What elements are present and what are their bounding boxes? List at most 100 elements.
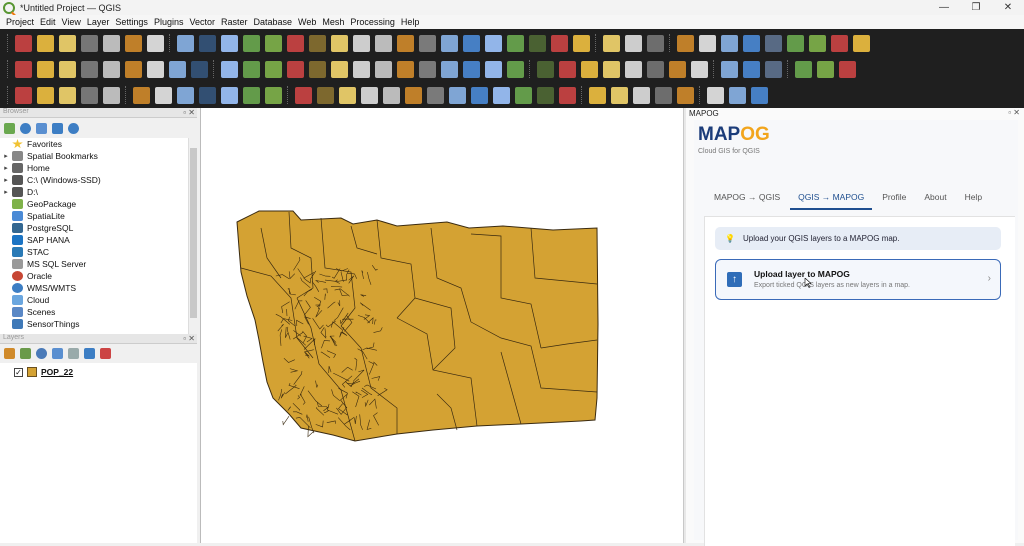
selection-tool-icon[interactable]: [559, 87, 576, 104]
selection-tool-icon[interactable]: [751, 87, 768, 104]
map-navigation-tool-icon[interactable]: [721, 35, 738, 52]
map-navigation-tool-icon[interactable]: [397, 35, 414, 52]
selection-tool-icon[interactable]: [339, 87, 356, 104]
digitizing-tool-icon[interactable]: [507, 61, 524, 78]
upload-layer-button[interactable]: ↑ Upload layer to MAPOG Export ticked QG…: [715, 259, 1001, 300]
map-navigation-tool-icon[interactable]: [243, 35, 260, 52]
expand-arrow-icon[interactable]: ▸: [0, 152, 12, 160]
browser-item[interactable]: SensorThings: [0, 318, 197, 330]
digitizing-tool-icon[interactable]: [463, 61, 480, 78]
map-navigation-tool-icon[interactable]: [353, 35, 370, 52]
browser-item[interactable]: SpatiaLite: [0, 210, 197, 222]
layer-styling-icon[interactable]: [4, 348, 15, 359]
toolbar-separator[interactable]: [213, 60, 215, 78]
selection-tool-icon[interactable]: [383, 87, 400, 104]
digitizing-tool-icon[interactable]: [743, 61, 760, 78]
map-navigation-tool-icon[interactable]: [787, 35, 804, 52]
map-navigation-tool-icon[interactable]: [853, 35, 870, 52]
maximize-button[interactable]: ❐: [960, 0, 992, 15]
menu-web[interactable]: Web: [298, 17, 316, 27]
toolbar-separator[interactable]: [669, 34, 671, 52]
selection-tool-icon[interactable]: [471, 87, 488, 104]
digitizing-tool-icon[interactable]: [37, 61, 54, 78]
map-canvas[interactable]: [200, 108, 683, 543]
menu-settings[interactable]: Settings: [115, 17, 148, 27]
browser-item[interactable]: ▸C:\ (Windows-SSD): [0, 174, 197, 186]
map-navigation-tool-icon[interactable]: [625, 35, 642, 52]
map-navigation-tool-icon[interactable]: [103, 35, 120, 52]
selection-tool-icon[interactable]: [427, 87, 444, 104]
toolbar-separator[interactable]: [699, 86, 701, 104]
tab-profile[interactable]: Profile: [874, 188, 914, 210]
map-navigation-tool-icon[interactable]: [199, 35, 216, 52]
toolbar-separator[interactable]: [7, 60, 9, 78]
menu-vector[interactable]: Vector: [189, 17, 215, 27]
add-selected-layers-icon[interactable]: [4, 123, 15, 134]
digitizing-tool-icon[interactable]: [441, 61, 458, 78]
menu-database[interactable]: Database: [254, 17, 293, 27]
selection-tool-icon[interactable]: [493, 87, 510, 104]
map-navigation-tool-icon[interactable]: [677, 35, 694, 52]
selection-tool-icon[interactable]: [515, 87, 532, 104]
digitizing-tool-icon[interactable]: [839, 61, 856, 78]
selection-tool-icon[interactable]: [103, 87, 120, 104]
browser-item[interactable]: Cloud: [0, 294, 197, 306]
toolbar-separator[interactable]: [581, 86, 583, 104]
map-navigation-tool-icon[interactable]: [221, 35, 238, 52]
remove-layer-icon[interactable]: [100, 348, 111, 359]
digitizing-tool-icon[interactable]: [559, 61, 576, 78]
map-navigation-tool-icon[interactable]: [699, 35, 716, 52]
digitizing-tool-icon[interactable]: [537, 61, 554, 78]
digitizing-tool-icon[interactable]: [581, 61, 598, 78]
tab-help[interactable]: Help: [957, 188, 990, 210]
info-icon[interactable]: [68, 123, 79, 134]
digitizing-tool-icon[interactable]: [375, 61, 392, 78]
selection-tool-icon[interactable]: [317, 87, 334, 104]
selection-tool-icon[interactable]: [295, 87, 312, 104]
map-navigation-tool-icon[interactable]: [37, 35, 54, 52]
mapog-panel-buttons[interactable]: ▫ ✕: [1008, 108, 1020, 117]
visibility-eye-icon[interactable]: [36, 348, 47, 359]
map-navigation-tool-icon[interactable]: [485, 35, 502, 52]
toolbar-separator[interactable]: [787, 60, 789, 78]
expand-all-icon[interactable]: [84, 348, 95, 359]
layer-row-pop22[interactable]: ✓ POP_22: [14, 367, 73, 377]
digitizing-tool-icon[interactable]: [15, 61, 32, 78]
expand-arrow-icon[interactable]: ▸: [0, 176, 12, 184]
digitizing-tool-icon[interactable]: [103, 61, 120, 78]
toolbar-separator[interactable]: [125, 86, 127, 104]
browser-item[interactable]: GeoPackage: [0, 198, 197, 210]
selection-tool-icon[interactable]: [405, 87, 422, 104]
toolbar-separator[interactable]: [287, 86, 289, 104]
selection-tool-icon[interactable]: [449, 87, 466, 104]
digitizing-tool-icon[interactable]: [81, 61, 98, 78]
digitizing-tool-icon[interactable]: [59, 61, 76, 78]
tab-qgis-to-mapog[interactable]: QGIS → MAPOG: [790, 188, 872, 210]
filter-legend-icon[interactable]: [52, 348, 63, 359]
selection-tool-icon[interactable]: [133, 87, 150, 104]
digitizing-tool-icon[interactable]: [625, 61, 642, 78]
digitizing-tool-icon[interactable]: [765, 61, 782, 78]
map-navigation-tool-icon[interactable]: [287, 35, 304, 52]
browser-item[interactable]: Favorites: [0, 138, 197, 150]
collapse-all-icon[interactable]: [52, 123, 63, 134]
browser-item[interactable]: SAP HANA: [0, 234, 197, 246]
browser-item[interactable]: PostgreSQL: [0, 222, 197, 234]
refresh-icon[interactable]: [20, 123, 31, 134]
filter-icon[interactable]: [36, 123, 47, 134]
digitizing-tool-icon[interactable]: [287, 61, 304, 78]
map-navigation-tool-icon[interactable]: [463, 35, 480, 52]
menu-layer[interactable]: Layer: [87, 17, 110, 27]
selection-tool-icon[interactable]: [265, 87, 282, 104]
menu-view[interactable]: View: [62, 17, 81, 27]
browser-item[interactable]: ▸D:\: [0, 186, 197, 198]
menu-raster[interactable]: Raster: [221, 17, 248, 27]
digitizing-tool-icon[interactable]: [169, 61, 186, 78]
map-navigation-tool-icon[interactable]: [331, 35, 348, 52]
map-navigation-tool-icon[interactable]: [375, 35, 392, 52]
close-button[interactable]: ✕: [992, 0, 1024, 15]
digitizing-tool-icon[interactable]: [147, 61, 164, 78]
digitizing-tool-icon[interactable]: [419, 61, 436, 78]
browser-item[interactable]: Scenes: [0, 306, 197, 318]
digitizing-tool-icon[interactable]: [721, 61, 738, 78]
